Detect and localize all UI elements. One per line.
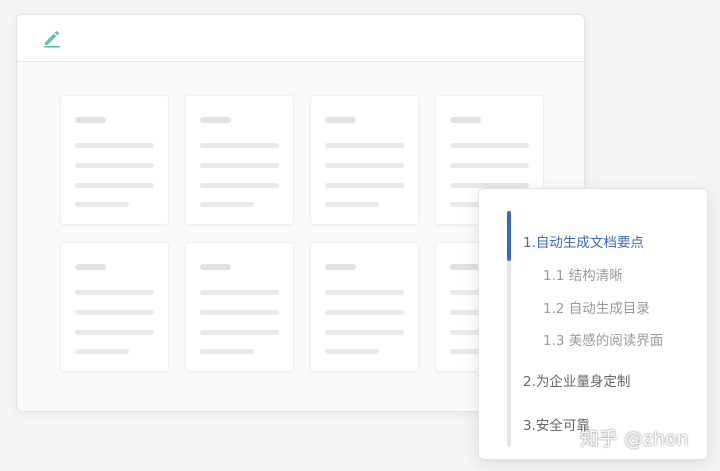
- card-line-placeholder: [200, 183, 279, 188]
- card-line-placeholder: [75, 349, 129, 354]
- card-line-placeholder: [200, 330, 279, 335]
- card-line-placeholder: [200, 163, 279, 168]
- card-title-placeholder: [450, 264, 481, 270]
- card-line-placeholder: [450, 163, 529, 168]
- watermark: 知乎 @zhon: [580, 428, 689, 450]
- card-line-placeholder: [200, 202, 254, 207]
- card-line-placeholder: [325, 163, 404, 168]
- card-line-placeholder: [75, 330, 154, 335]
- card-line-placeholder: [75, 202, 129, 207]
- card-line-placeholder: [325, 143, 404, 148]
- pencil-icon[interactable]: [41, 27, 63, 49]
- document-card[interactable]: [60, 95, 169, 225]
- card-title-placeholder: [75, 117, 106, 123]
- card-line-placeholder: [325, 310, 404, 315]
- card-line-placeholder: [325, 202, 379, 207]
- toc-active-indicator: [507, 211, 511, 261]
- toc-item-2[interactable]: 2.为企业量身定制: [523, 370, 630, 390]
- toc-panel: 1.自动生成文档要点 1.1 结构清晰 1.2 自动生成目录 1.3 美感的阅读…: [478, 188, 708, 460]
- card-line-placeholder: [325, 349, 379, 354]
- toc-item-1-1[interactable]: 1.1 结构清晰: [543, 264, 623, 284]
- card-line-placeholder: [75, 183, 154, 188]
- card-title-placeholder: [200, 117, 231, 123]
- card-line-placeholder: [75, 290, 154, 295]
- card-title-placeholder: [200, 264, 231, 270]
- document-card[interactable]: [60, 242, 169, 372]
- card-line-placeholder: [200, 310, 279, 315]
- card-line-placeholder: [325, 330, 404, 335]
- card-title-placeholder: [75, 264, 106, 270]
- card-line-placeholder: [450, 143, 529, 148]
- toc-item-1[interactable]: 1.自动生成文档要点: [523, 231, 644, 251]
- card-line-placeholder: [200, 143, 279, 148]
- card-title-placeholder: [450, 117, 481, 123]
- toc-item-1-2[interactable]: 1.2 自动生成目录: [543, 297, 650, 317]
- document-card[interactable]: [310, 95, 419, 225]
- card-line-placeholder: [200, 349, 254, 354]
- document-card[interactable]: [310, 242, 419, 372]
- window-header: [17, 15, 584, 62]
- document-card[interactable]: [185, 95, 294, 225]
- toc-item-1-3[interactable]: 1.3 美感的阅读界面: [543, 329, 663, 349]
- card-line-placeholder: [75, 143, 154, 148]
- card-line-placeholder: [75, 163, 154, 168]
- card-title-placeholder: [325, 117, 356, 123]
- card-line-placeholder: [75, 310, 154, 315]
- card-line-placeholder: [200, 290, 279, 295]
- card-line-placeholder: [325, 183, 404, 188]
- document-card[interactable]: [185, 242, 294, 372]
- card-line-placeholder: [325, 290, 404, 295]
- card-title-placeholder: [325, 264, 356, 270]
